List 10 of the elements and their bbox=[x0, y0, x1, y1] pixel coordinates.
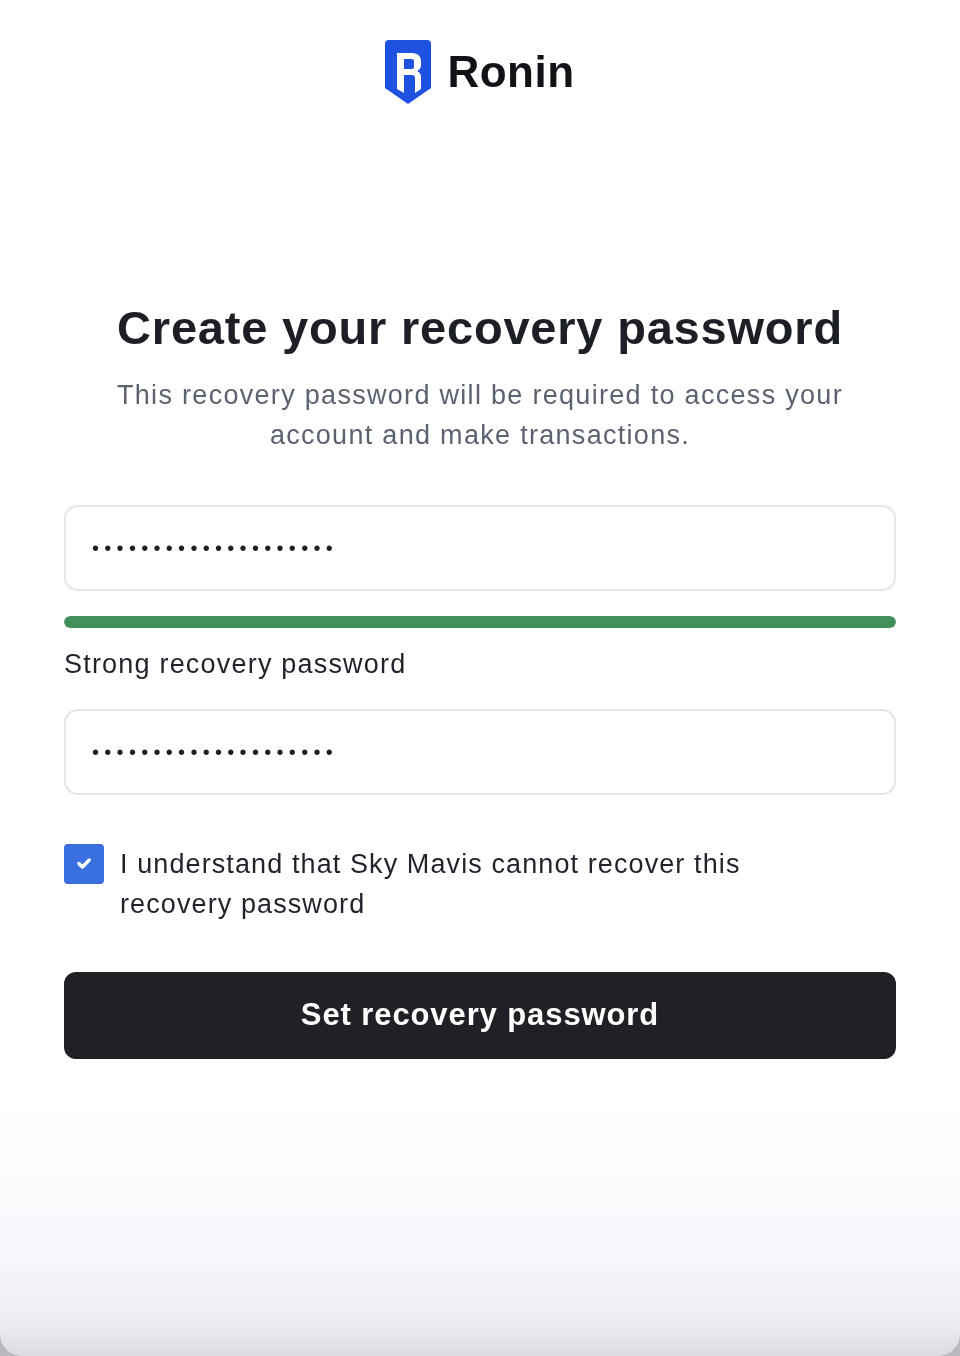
strength-label: Strong recovery password bbox=[64, 648, 408, 681]
agreement-label: I understand that Sky Mavis cannot recover this recovery password bbox=[120, 848, 742, 921]
page-title: Create your recovery password bbox=[116, 301, 844, 354]
description-text: This recovery password will be required to access your account and make transactions. bbox=[116, 379, 844, 452]
set-password-button[interactable]: Set recovery password bbox=[64, 972, 896, 1059]
shield-logo-icon bbox=[385, 40, 432, 104]
confirm-password-field[interactable]: •••••••••••••••••••• bbox=[64, 709, 896, 795]
brand-name: Ronin bbox=[447, 50, 575, 94]
password-field[interactable]: •••••••••••••••••••• bbox=[64, 505, 896, 591]
agreement-checkbox[interactable] bbox=[64, 844, 104, 884]
